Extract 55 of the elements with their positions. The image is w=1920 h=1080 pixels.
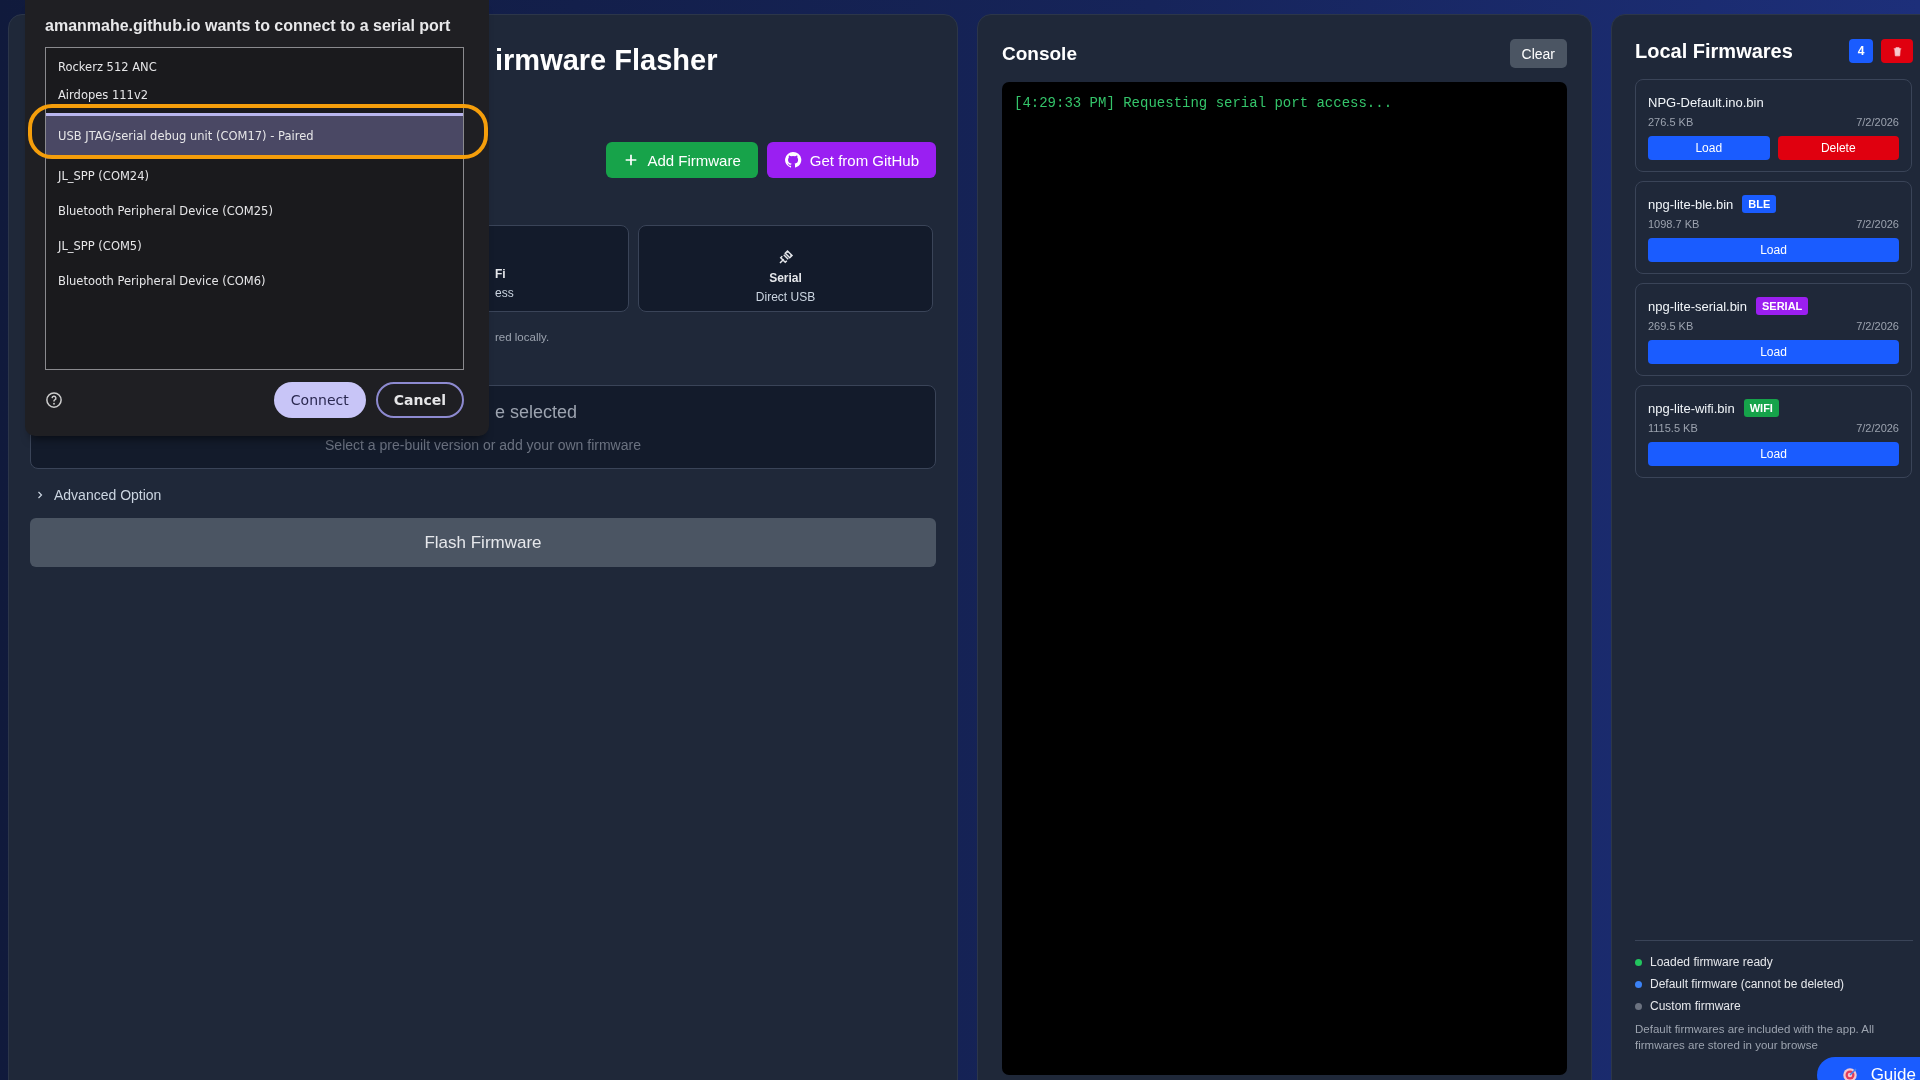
load-button[interactable]: Load [1648, 442, 1899, 466]
connect-button[interactable]: Connect [273, 382, 366, 418]
file-size: 276.5 KB [1648, 116, 1694, 128]
github-button[interactable]: Get from GitHub [766, 142, 936, 178]
delete-all-button[interactable] [1881, 39, 1913, 63]
mode-title: Fi [495, 267, 506, 281]
load-button[interactable]: Load [1648, 238, 1899, 262]
file-date: 7/2/2026 [1856, 320, 1899, 332]
mode-subtitle: ess [495, 286, 514, 300]
flash-button[interactable]: Flash Firmware [30, 518, 936, 567]
storage-note: Default firmwares are included with the app. All firmwares are stored in your browse [1635, 1022, 1876, 1053]
mode-card[interactable]: Serial Direct USB [638, 225, 933, 312]
status-hint: Select a pre-built version or add your own firmware [325, 437, 641, 453]
file-size: 1098.7 KB [1648, 218, 1700, 230]
file-date: 7/2/2026 [1856, 218, 1899, 230]
panel-title: Local Firmwares [1635, 39, 1794, 63]
file-size: 269.5 KB [1648, 320, 1694, 332]
firmware-name: npg-lite-ble.bin [1648, 196, 1734, 212]
device-item[interactable]: JL_SPP (COM24) [46, 159, 463, 194]
device-item[interactable]: Airdopes 111v2 [46, 85, 463, 104]
guide-button[interactable]: Guide [1816, 1057, 1920, 1080]
console-title: Console [1002, 42, 1077, 65]
log-line: [4:29:33 PM] Requesting serial port access... [1014, 94, 1394, 113]
mode-title: Serial [769, 270, 802, 285]
file-date: 7/2/2026 [1856, 116, 1899, 128]
device-item[interactable]: JL_SPP (COM5) [46, 229, 463, 264]
app-title: irmware Flasher [495, 43, 719, 78]
github-icon [783, 151, 802, 169]
mode-subtitle: Direct USB [755, 289, 816, 304]
load-button[interactable]: Load [1648, 340, 1899, 364]
status-title: e selected [495, 402, 578, 423]
firmware-tag: BLE [1742, 195, 1777, 213]
storage-note: red locally. [495, 331, 551, 343]
firmware-name: npg-lite-serial.bin [1648, 298, 1747, 314]
device-item[interactable]: Rockerz 512 ANC [46, 50, 463, 85]
target-icon [1840, 1066, 1859, 1080]
count-badge: 4 [1849, 39, 1873, 63]
cancel-button[interactable]: Cancel [375, 382, 464, 418]
file-date: 7/2/2026 [1856, 422, 1899, 434]
legend-label: Default firmware (cannot be deleted) [1650, 977, 1845, 991]
legend-label: Loaded firmware ready [1650, 955, 1773, 969]
dialog-title: amanmahe.github.io wants to connect to a serial port [45, 16, 452, 36]
clear-button[interactable]: Clear [1509, 39, 1567, 68]
legend-label: Custom firmware [1650, 999, 1741, 1013]
firmware-tag: SERIAL [1756, 297, 1809, 315]
advanced-toggle[interactable]: Advanced Option [34, 487, 162, 503]
help-icon [45, 391, 63, 409]
file-size: 1115.5 KB [1648, 422, 1698, 434]
firmware-name: NPG-Default.ino.bin [1648, 94, 1764, 110]
firmware-tag: WIFI [1743, 399, 1779, 417]
device-item[interactable]: Bluetooth Peripheral Device (COM6) [46, 264, 463, 299]
device-item[interactable]: Bluetooth Peripheral Device (COM25) [46, 194, 463, 229]
firmware-name: npg-lite-wifi.bin [1648, 400, 1735, 416]
delete-button[interactable]: Delete [1777, 136, 1899, 160]
load-button[interactable]: Load [1648, 136, 1770, 160]
